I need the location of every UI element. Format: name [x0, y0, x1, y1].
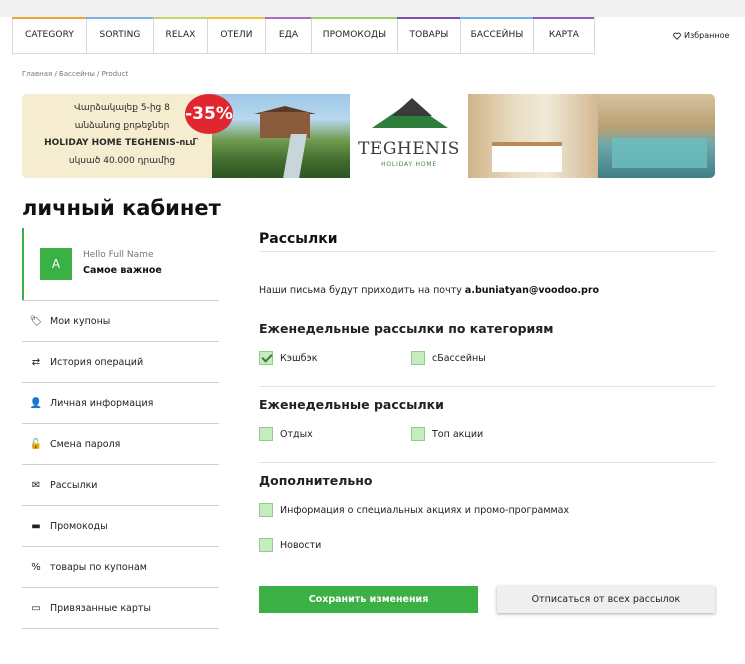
save-button[interactable]: Сохранить изменения: [259, 586, 478, 613]
nav-color-bar: [460, 17, 533, 19]
top-strip: [0, 0, 745, 17]
nav-label: ЕДА: [278, 30, 299, 40]
sidebar-item-label: Рассылки: [50, 479, 98, 491]
nav-label: ОТЕЛИ: [220, 30, 253, 40]
user-icon: 👤: [29, 397, 43, 409]
nav-color-bar: [12, 17, 86, 19]
nav-item-sorting[interactable]: SORTING: [86, 17, 153, 54]
nav-color-bar: [397, 17, 460, 19]
heart-icon: [673, 32, 681, 40]
group-title-additional: Дополнительно: [259, 473, 373, 488]
unlock-icon: 🔓: [29, 438, 43, 450]
divider: [259, 386, 715, 387]
sidebar-item-newsletters[interactable]: ✉ Рассылки: [22, 464, 219, 505]
envelope-icon: ✉: [31, 479, 41, 491]
nav-color-bar: [153, 17, 207, 19]
group-title-categories: Еженедельные рассылки по категориям: [259, 321, 554, 336]
banner-line: սկսած 40.000 դրամից: [68, 156, 176, 166]
nav-label: ТОВАРЫ: [409, 30, 449, 40]
nav-item-hotels[interactable]: ОТЕЛИ: [207, 17, 265, 54]
sidebar-item-history[interactable]: ⇄ История операций: [22, 341, 219, 382]
banner-bed: [492, 142, 562, 172]
sidebar-item-change-password[interactable]: 🔓 Смена пароля: [22, 423, 219, 464]
checkbox-special-offers[interactable]: [259, 503, 273, 517]
checkbox-cashback[interactable]: [259, 351, 273, 365]
nav-item-relax[interactable]: RELAX: [153, 17, 207, 54]
favorites-link[interactable]: Избранное: [673, 31, 729, 40]
nav-item-goods[interactable]: ТОВАРЫ: [397, 17, 460, 54]
discount-badge: -35%: [185, 94, 233, 134]
nav-item-map[interactable]: КАРТА: [533, 17, 595, 54]
checkbox-top-deals[interactable]: [411, 427, 425, 441]
sidebar-item-personal-info[interactable]: 👤 Личная информация: [22, 382, 219, 423]
main-nav: CATEGORY SORTING RELAX ОТЕЛИ ЕДА ПРОМОКО…: [12, 17, 595, 55]
favorites-label: Избранное: [684, 31, 730, 40]
avatar: A: [40, 248, 72, 280]
checkbox-label: Новости: [280, 540, 322, 551]
group-title-weekly: Еженедельные рассылки: [259, 397, 444, 412]
logo-subtitle: HOLIDAY HOME: [381, 161, 437, 168]
email-prefix: Наши письма будут приходить на почту: [259, 285, 462, 296]
logo-peak-icon: [392, 98, 432, 116]
checkbox-label: Топ акции: [432, 429, 484, 440]
sidebar-item-label: Смена пароля: [50, 438, 121, 450]
profile-status: Самое важное: [83, 265, 162, 276]
nav-color-bar: [207, 17, 265, 19]
nav-label: SORTING: [99, 30, 141, 40]
sidebar-item-label: товары по купонам: [50, 561, 147, 573]
sidebar-item-promocodes[interactable]: ▬ Промокоды: [22, 505, 219, 546]
email-address: a.buniatyan@voodoo.pro: [464, 285, 600, 296]
exchange-icon: ⇄: [31, 356, 41, 368]
checkbox-label: сБассейны: [432, 353, 486, 364]
sidebar-item-label: Личная информация: [50, 397, 154, 409]
sidebar-item-linked-cards[interactable]: ▭ Привязанные карты: [22, 587, 219, 629]
banner-line: HOLIDAY HOME TEGHENIS-ում`: [44, 138, 200, 148]
divider: [259, 251, 715, 252]
sidebar-item-label: Привязанные карты: [50, 602, 151, 614]
section-title: Рассылки: [259, 231, 338, 247]
sidebar-item-coupon-goods[interactable]: % товары по купонам: [22, 546, 219, 587]
banner-pool-water: [612, 138, 707, 168]
sidebar-item-coupons[interactable]: 🏷 Мои купоны: [22, 300, 219, 341]
sidebar-item-label: Мои купоны: [50, 315, 111, 327]
nav-label: ПРОМОКОДЫ: [322, 30, 387, 40]
checkbox-news[interactable]: [259, 538, 273, 552]
nav-color-bar: [311, 17, 397, 19]
sidebar-item-label: История операций: [50, 356, 144, 368]
nav-color-bar: [533, 17, 594, 19]
profile-greeting: Hello Full Name: [83, 250, 154, 260]
nav-item-category[interactable]: CATEGORY: [12, 17, 86, 54]
logo-name: TEGHENIS: [358, 139, 460, 159]
nav-item-pools[interactable]: БАССЕЙНЫ: [460, 17, 533, 54]
checkbox-label: Отдых: [280, 429, 313, 440]
checkbox-label: Кэшбэк: [280, 353, 318, 364]
teghenis-logo: TEGHENIS HOLIDAY HOME: [350, 94, 468, 178]
email-notice: Наши письма будут приходить на почту a.b…: [259, 285, 599, 296]
tag-icon: 🏷: [29, 315, 43, 327]
breadcrumb[interactable]: Главная / Бассейны / Product: [22, 70, 128, 78]
nav-item-food[interactable]: ЕДА: [265, 17, 311, 54]
nav-label: КАРТА: [548, 30, 580, 40]
profile-card: A Hello Full Name Самое важное: [22, 228, 219, 300]
unsubscribe-all-button[interactable]: Отписаться от всех рассылок: [497, 586, 715, 613]
nav-color-bar: [265, 17, 311, 19]
promo-banner[interactable]: Վարձակալեք 5-ից 8 անձանոց քոթեջներ HOLID…: [22, 94, 715, 178]
divider: [259, 462, 715, 463]
account-menu: 🏷 Мои купоны ⇄ История операций 👤 Личная ин…: [22, 300, 219, 629]
nav-label: CATEGORY: [25, 30, 74, 40]
checkbox-relax[interactable]: [259, 427, 273, 441]
nav-label: RELAX: [165, 30, 196, 40]
nav-color-bar: [86, 17, 153, 19]
checkbox-label: Информация о специальных акциях и промо-…: [280, 505, 570, 516]
credit-card-icon: ▭: [31, 602, 41, 614]
page-title: личный кабинет: [22, 196, 221, 220]
checkbox-pools[interactable]: [411, 351, 425, 365]
nav-item-promocodes[interactable]: ПРОМОКОДЫ: [311, 17, 397, 54]
percent-icon: %: [31, 561, 41, 573]
sidebar-item-label: Промокоды: [50, 520, 108, 532]
wallet-icon: ▬: [31, 520, 41, 532]
nav-label: БАССЕЙНЫ: [470, 30, 524, 40]
